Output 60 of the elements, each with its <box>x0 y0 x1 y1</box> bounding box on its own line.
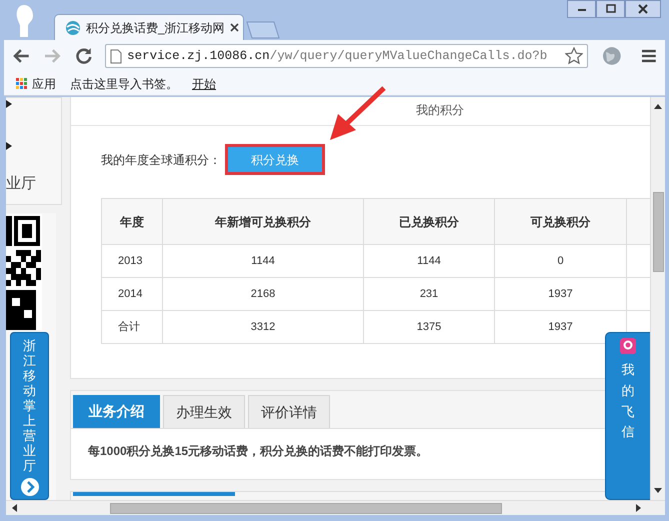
maximize-button[interactable] <box>596 0 625 18</box>
arrow-icon[interactable] <box>6 100 12 108</box>
scroll-left-icon[interactable] <box>12 504 17 512</box>
back-icon[interactable] <box>12 48 30 64</box>
table-cell: 1375 <box>364 310 494 344</box>
page-icon <box>110 48 122 64</box>
apps-grid-icon <box>16 78 27 89</box>
horizontal-scrollbar[interactable] <box>6 500 665 515</box>
table-cell: 1937 <box>494 278 626 310</box>
start-link[interactable]: 开始 <box>192 74 216 92</box>
vertical-scrollbar[interactable] <box>650 97 665 500</box>
service-tab[interactable]: 办理生效 <box>163 395 245 428</box>
scroll-up-icon[interactable] <box>654 104 662 109</box>
arrow-icon[interactable] <box>6 142 12 150</box>
app-banner[interactable]: 浙江移动掌上营业厅 <box>10 332 49 500</box>
service-tab[interactable]: 评价详情 <box>248 395 330 428</box>
banner-text: 浙江移动掌上营业厅 <box>23 339 36 474</box>
table-cell: 1144 <box>364 244 494 278</box>
minimize-button[interactable] <box>567 0 596 18</box>
table-cell: 1144 <box>162 244 364 278</box>
annotation-arrow <box>328 86 386 142</box>
panel-text: 我的飞信 <box>622 361 634 442</box>
service-tab[interactable]: 业务介绍 <box>73 395 160 428</box>
scroll-right-icon[interactable] <box>636 504 641 512</box>
menu-icon[interactable] <box>641 49 658 63</box>
table-cell: 2168 <box>162 278 364 310</box>
sidebar-heading: 业厅 <box>6 174 36 194</box>
bookmark-hint: 点击这里导入书签。 <box>70 76 178 92</box>
profile-avatar-icon <box>14 4 34 38</box>
site-logo-icon <box>65 20 81 36</box>
fetion-panel[interactable]: 我的飞信 <box>605 332 650 500</box>
scroll-thumb[interactable] <box>110 503 502 514</box>
column-header: 年度 <box>102 198 162 244</box>
service-description: 每1000积分兑换15元移动话费，积分兑换的话费不能打印发票。 <box>88 443 430 460</box>
chat-icon <box>620 338 636 354</box>
apps-bookmark[interactable]: 应用 <box>16 74 56 92</box>
table-cell: 3312 <box>162 310 364 344</box>
url-text: service.zj.10086.cn/yw/query/queryMValueChangeCalls.do?b <box>127 48 548 65</box>
chevron-right-icon[interactable] <box>20 477 40 498</box>
table-cell: 0 <box>494 244 626 278</box>
address-bar[interactable]: service.zj.10086.cn/yw/query/queryMValueChangeCalls.do?b <box>105 44 588 68</box>
browser-tab[interactable]: 积分兑换话费_浙江移动网 <box>54 14 244 40</box>
table-cell: 2013 <box>102 244 162 278</box>
section-title: 我的积分 <box>416 102 464 118</box>
column-header: 可兑换积分 <box>494 198 626 244</box>
tab-title: 积分兑换话费_浙江移动网 <box>86 20 225 36</box>
star-icon[interactable] <box>564 47 583 65</box>
column-header: 已兑换积分 <box>364 198 494 244</box>
scroll-thumb[interactable] <box>653 192 664 272</box>
column-header: 年新增可兑换积分 <box>162 198 364 244</box>
scroll-down-icon[interactable] <box>654 488 662 493</box>
close-button[interactable] <box>625 0 661 18</box>
close-icon[interactable] <box>230 23 239 32</box>
table-cell: 231 <box>364 278 494 310</box>
table-cell: 合计 <box>102 310 162 344</box>
points-label: 我的年度全球通积分： <box>101 152 221 168</box>
maximize-icon <box>604 3 616 15</box>
close-icon <box>637 3 649 15</box>
table-cell: 2014 <box>102 278 162 310</box>
reload-icon[interactable] <box>75 47 94 65</box>
